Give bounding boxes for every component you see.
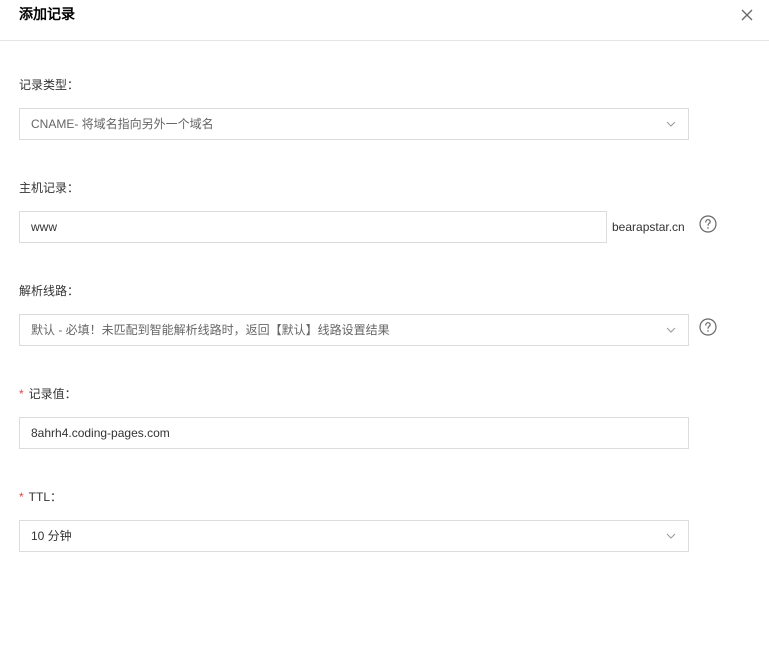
close-icon [741, 9, 753, 21]
question-circle-icon [699, 215, 717, 233]
host-record-input[interactable] [19, 211, 607, 243]
record-value-input[interactable] [19, 417, 689, 449]
line-help-button[interactable] [699, 318, 717, 336]
question-circle-icon [699, 318, 717, 336]
dialog-header: 添加记录 [0, 0, 769, 41]
close-button[interactable] [738, 6, 756, 24]
record-type-select[interactable]: CNAME- 将域名指向另外一个域名 [19, 108, 689, 140]
chevron-down-icon [666, 327, 676, 333]
chevron-down-icon [666, 533, 676, 539]
host-help-button[interactable] [699, 215, 717, 233]
ttl-select[interactable]: 10 分钟 [19, 520, 689, 552]
line-value: 默认 - 必填！未匹配到智能解析线路时，返回【默认】线路设置结果 [31, 323, 390, 337]
record-type-label: 记录类型： [19, 78, 80, 92]
ttl-value: 10 分钟 [31, 529, 72, 543]
record-value-label: * 记录值： [19, 387, 77, 401]
line-select[interactable]: 默认 - 必填！未匹配到智能解析线路时，返回【默认】线路设置结果 [19, 314, 689, 346]
ttl-label: * TTL： [19, 490, 63, 504]
required-mark: * [19, 387, 24, 401]
required-mark: * [19, 490, 24, 504]
dialog-title: 添加记录 [19, 6, 75, 22]
line-label: 解析线路： [19, 284, 80, 298]
chevron-down-icon [666, 121, 676, 127]
host-record-label: 主机记录： [19, 181, 80, 195]
record-type-value: CNAME- 将域名指向另外一个域名 [31, 117, 214, 131]
domain-suffix: bearapstar.cn [612, 220, 685, 234]
